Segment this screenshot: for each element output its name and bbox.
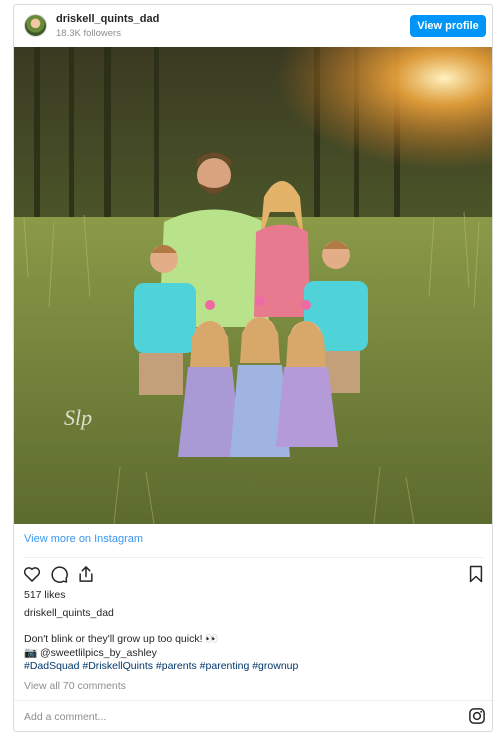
share-icon[interactable] — [76, 564, 96, 584]
family-photo-image: Slp — [14, 47, 492, 524]
photo-watermark: Slp — [64, 405, 92, 430]
caption-credit[interactable]: 📷 @sweetlilpics_by_ashley — [24, 647, 298, 661]
instagram-logo-icon[interactable] — [468, 707, 486, 725]
post-photo[interactable]: Slp — [14, 47, 492, 524]
view-profile-button[interactable]: View profile — [410, 15, 486, 37]
view-all-comments-link[interactable]: View all 70 comments — [24, 680, 126, 692]
caption-hashtags[interactable]: #DadSquad #DriskellQuints #parents #pare… — [24, 660, 298, 674]
caption-line: Don't blink or they'll grow up too quick… — [24, 633, 219, 645]
post-caption: Don't blink or they'll grow up too quick… — [24, 633, 298, 674]
header-username[interactable]: driskell_quints_dad — [56, 13, 159, 25]
avatar[interactable] — [24, 14, 47, 37]
post-header: driskell_quints_dad 18.3K followers View… — [14, 5, 492, 47]
bookmark-icon[interactable] — [466, 564, 486, 584]
add-comment-input[interactable]: Add a comment... — [24, 711, 106, 723]
comment-icon[interactable] — [49, 564, 69, 584]
like-count[interactable]: 517 likes — [24, 589, 65, 601]
follower-count: 18.3K followers — [56, 28, 121, 39]
view-more-link[interactable]: View more on Instagram — [24, 533, 143, 545]
post-username[interactable]: driskell_quints_dad — [24, 607, 114, 619]
instagram-embed-card: driskell_quints_dad 18.3K followers View… — [13, 4, 493, 732]
divider — [14, 700, 492, 701]
divider — [24, 557, 484, 558]
heart-icon[interactable] — [22, 564, 42, 584]
